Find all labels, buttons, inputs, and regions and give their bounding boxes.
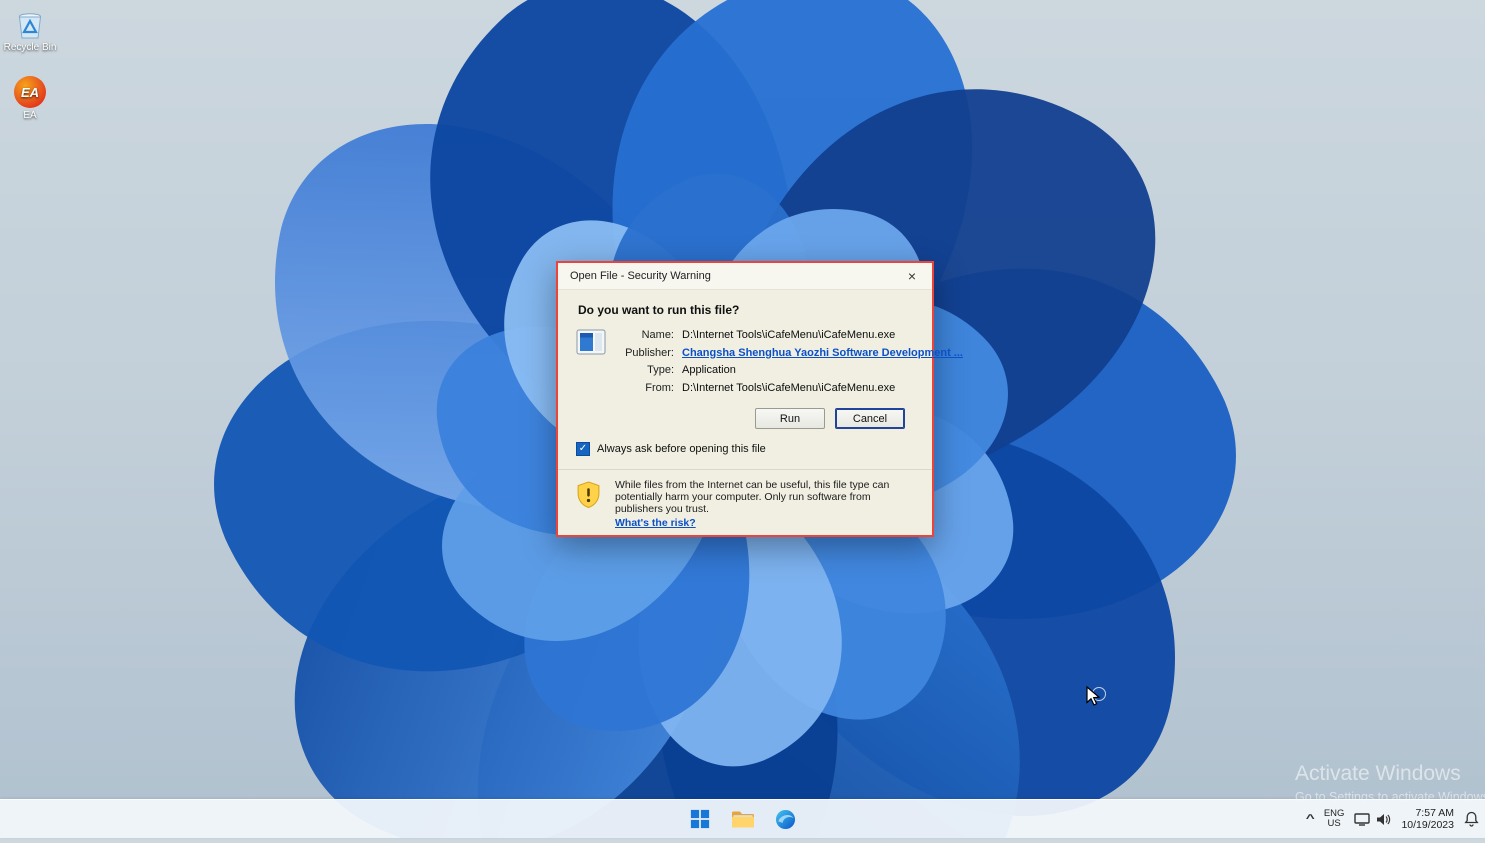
clock-time: 7:57 AM: [1401, 807, 1454, 820]
file-type-value: Application: [682, 362, 736, 380]
mouse-cursor: [1084, 686, 1104, 712]
field-row-type: Type: Application: [618, 362, 963, 380]
always-ask-checkbox-row[interactable]: ✓ Always ask before opening this file: [558, 429, 932, 456]
tray-status-icons[interactable]: [1354, 813, 1391, 826]
field-row-publisher: Publisher: Changsha Shenghua Yaozhi Soft…: [618, 345, 963, 363]
field-label: Type:: [618, 362, 674, 380]
dialog-buttons: Run Cancel: [558, 397, 932, 429]
network-icon: [1354, 813, 1370, 826]
edge-icon: [775, 809, 796, 830]
recycle-bin-icon: [0, 8, 60, 40]
field-row-name: Name: D:\Internet Tools\iCafeMenu\iCafeM…: [618, 327, 963, 345]
edge-browser-button[interactable]: [769, 804, 803, 834]
whats-the-risk-link[interactable]: What's the risk?: [615, 517, 696, 529]
checkbox-label: Always ask before opening this file: [597, 443, 766, 455]
field-row-from: From: D:\Internet Tools\iCafeMenu\iCafeM…: [618, 380, 963, 398]
file-from-value: D:\Internet Tools\iCafeMenu\iCafeMenu.ex…: [682, 380, 895, 398]
run-button[interactable]: Run: [755, 408, 825, 429]
desktop-icon-ea[interactable]: EA EA: [0, 76, 60, 121]
tray-chevron-up-icon[interactable]: ^: [1306, 813, 1315, 825]
warning-section: While files from the Internet can be use…: [558, 469, 932, 535]
clock-date: 10/19/2023: [1401, 819, 1454, 832]
notification-bell-icon: [1464, 811, 1479, 827]
security-warning-dialog: Open File - Security Warning × Do you wa…: [558, 263, 932, 535]
warning-body: While files from the Internet can be use…: [615, 479, 907, 535]
desktop-icon-label: Recycle Bin: [0, 42, 60, 53]
taskbar: ^ ENG US 7:57 AM 10/19/2023: [0, 799, 1485, 838]
annotation-highlight: Open File - Security Warning × Do you wa…: [556, 261, 934, 537]
warning-text: While files from the Internet can be use…: [615, 479, 907, 515]
application-icon: [576, 329, 606, 397]
field-label: From:: [618, 380, 674, 398]
file-explorer-icon: [731, 809, 755, 829]
taskbar-center-icons: [683, 804, 803, 834]
close-icon[interactable]: ×: [896, 265, 928, 287]
file-fields: Name: D:\Internet Tools\iCafeMenu\iCafeM…: [618, 327, 963, 397]
notification-center-button[interactable]: [1464, 811, 1479, 827]
desktop-icon-label: EA: [0, 110, 60, 121]
taskbar-clock[interactable]: 7:57 AM 10/19/2023: [1401, 807, 1454, 832]
region-code: US: [1324, 819, 1345, 830]
dialog-content: Name: D:\Internet Tools\iCafeMenu\iCafeM…: [558, 327, 932, 397]
file-explorer-button[interactable]: [726, 804, 760, 834]
cancel-button[interactable]: Cancel: [835, 408, 905, 429]
windows-logo-icon: [690, 809, 710, 829]
desktop-icon-recycle-bin[interactable]: Recycle Bin: [0, 8, 60, 53]
dialog-titlebar[interactable]: Open File - Security Warning ×: [558, 263, 932, 290]
file-name-value: D:\Internet Tools\iCafeMenu\iCafeMenu.ex…: [682, 327, 895, 345]
field-label: Name:: [618, 327, 674, 345]
system-tray: ^ ENG US 7:57 AM 10/19/2023: [1307, 800, 1479, 838]
shield-warning-icon: [576, 481, 601, 535]
ea-icon: EA: [0, 76, 60, 108]
language-switcher[interactable]: ENG US: [1324, 809, 1345, 830]
checkbox-checked-icon[interactable]: ✓: [576, 442, 590, 456]
publisher-link[interactable]: Changsha Shenghua Yaozhi Software Develo…: [682, 345, 963, 363]
field-label: Publisher:: [618, 345, 674, 363]
dialog-title: Open File - Security Warning: [570, 270, 711, 282]
start-button[interactable]: [683, 804, 717, 834]
volume-icon: [1376, 813, 1391, 826]
dialog-question: Do you want to run this file?: [558, 290, 932, 327]
